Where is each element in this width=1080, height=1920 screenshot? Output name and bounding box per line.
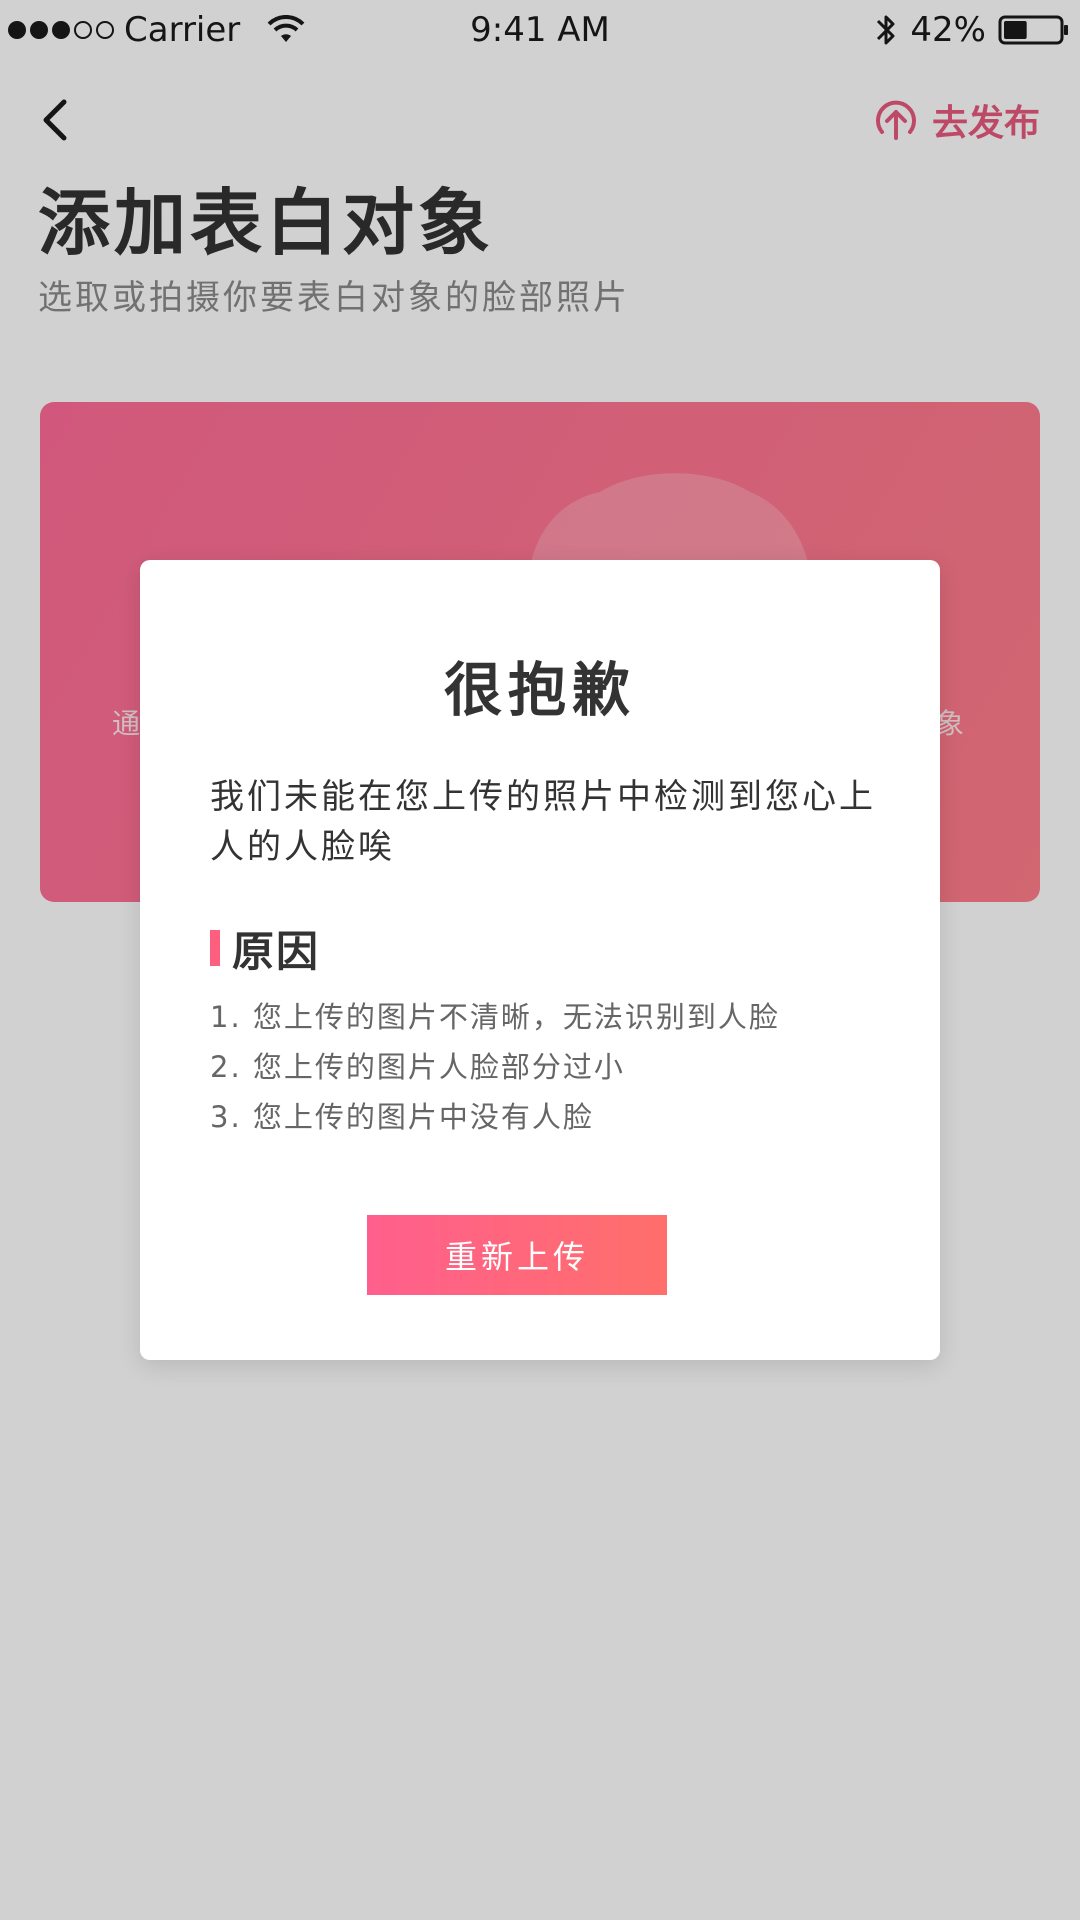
- dialog-message: 我们未能在您上传的照片中检测到您心上人的人脸唉: [210, 777, 876, 867]
- dialog-title: 很抱歉: [443, 656, 636, 724]
- reason-title: 原因: [232, 926, 321, 976]
- reason-item: 3. 您上传的图片中没有人脸: [210, 1100, 594, 1134]
- reason-item: 2. 您上传的图片人脸部分过小: [210, 1050, 625, 1084]
- screen: Carrier 9:41 AM 42% 去发布 添加表白对象 选取或拍摄你要表白…: [0, 0, 1080, 1920]
- reason-item: 1. 您上传的图片不清晰，无法识别到人脸: [210, 1000, 780, 1034]
- error-dialog: 很抱歉 我们未能在您上传的照片中检测到您心上人的人脸唉 原因 1. 您上传的图片…: [140, 560, 940, 1360]
- reason-heading: 原因: [210, 920, 320, 976]
- reupload-button[interactable]: 重新上传: [367, 1215, 667, 1295]
- reason-list: 1. 您上传的图片不清晰，无法识别到人脸 2. 您上传的图片人脸部分过小 3. …: [210, 992, 890, 1142]
- reason-accent-bar: [210, 930, 220, 966]
